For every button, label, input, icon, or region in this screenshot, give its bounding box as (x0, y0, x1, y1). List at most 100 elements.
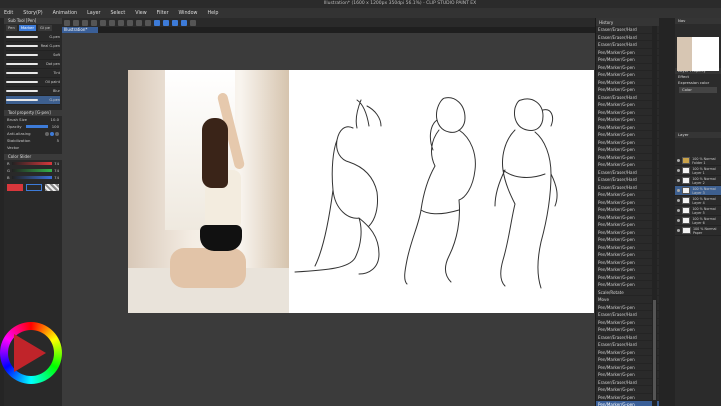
transform-icon[interactable] (118, 19, 124, 26)
r-bar[interactable] (11, 162, 53, 165)
layer-row[interactable]: 100 % Normal Paper (675, 226, 721, 236)
color-slider-g[interactable]: G 74 (4, 167, 62, 174)
history-item[interactable]: Pen/Marker/G-pen (596, 64, 659, 71)
history-item[interactable]: Pen/Marker/G-pen (596, 274, 659, 281)
snap-ruler-icon[interactable] (154, 19, 160, 26)
layer-row[interactable]: 100 % Normal Layer 6 (675, 216, 721, 226)
stabilization-value[interactable]: 5 (57, 138, 59, 143)
history-item[interactable]: Pen/Marker/G-pen (596, 221, 659, 229)
history-item[interactable]: Pen/Marker/G-pen (596, 356, 659, 364)
history-item[interactable]: Pen/Marker/G-pen (596, 371, 659, 379)
history-item[interactable]: Eraser/Eraser/Hard (596, 94, 659, 101)
anti-alias-options[interactable] (45, 131, 59, 136)
list-item[interactable]: G-pen (6, 33, 60, 42)
history-item[interactable]: Pen/Marker/G-pen (596, 139, 659, 146)
eye-icon[interactable] (677, 169, 681, 172)
expression-color-select[interactable]: Color (679, 87, 717, 93)
history-item[interactable]: Pen/Marker/G-pen (596, 79, 659, 86)
menu-story[interactable]: Story(P) (23, 11, 42, 16)
history-item[interactable]: Pen/Marker/G-pen (596, 131, 659, 139)
eye-icon[interactable] (677, 199, 681, 202)
history-item[interactable]: Pen/Marker/G-pen (596, 326, 659, 334)
history-item[interactable]: Pen/Marker/G-pen (596, 146, 659, 154)
layer-row[interactable]: 100 % Normal Layer 4 (675, 196, 721, 206)
history-item[interactable]: Pen/Marker/G-pen (596, 229, 659, 236)
layer-row[interactable]: 100 % Normal Folder 1 (675, 156, 721, 166)
history-item[interactable]: Eraser/Eraser/Hard (596, 184, 659, 191)
ruler-icon[interactable] (190, 19, 196, 26)
sub-color-swatch[interactable] (26, 184, 42, 191)
list-item[interactable]: Blur (6, 87, 60, 96)
history-item[interactable]: Eraser/Eraser/Hard (596, 334, 659, 341)
history-item[interactable]: Pen/Marker/G-pen (596, 401, 659, 406)
menu-window[interactable]: Window (179, 11, 198, 16)
b-bar[interactable] (11, 176, 53, 179)
history-item[interactable]: Pen/Marker/G-pen (596, 364, 659, 371)
brush-size-value[interactable]: 10.0 (51, 117, 59, 122)
color-slider-b[interactable]: B 74 (4, 174, 62, 181)
history-item[interactable]: Pen/Marker/G-pen (596, 116, 659, 124)
tab-marker[interactable]: Marker (18, 25, 37, 31)
save-icon[interactable] (82, 19, 88, 26)
history-item[interactable]: Pen/Marker/G-pen (596, 206, 659, 214)
menu-animation[interactable]: Animation (53, 11, 77, 16)
history-item[interactable]: Eraser/Eraser/Hard (596, 176, 659, 184)
open-icon[interactable] (73, 19, 79, 26)
list-item[interactable]: Oil paint (6, 78, 60, 87)
color-triangle[interactable] (14, 334, 46, 372)
history-item[interactable]: Pen/Marker/G-pen (596, 49, 659, 56)
clear-icon[interactable] (109, 19, 115, 26)
history-item[interactable]: Pen/Marker/G-pen (596, 251, 659, 259)
invert-icon[interactable] (145, 19, 151, 26)
history-item[interactable]: Pen/Marker/G-pen (596, 101, 659, 109)
snap-special-icon[interactable] (172, 19, 178, 26)
history-item[interactable]: Eraser/Eraser/Hard (596, 34, 659, 41)
history-item[interactable]: Eraser/Eraser/Hard (596, 169, 659, 176)
eye-icon[interactable] (677, 189, 681, 192)
history-item[interactable]: Pen/Marker/G-pen (596, 319, 659, 326)
list-item[interactable]: Soft (6, 51, 60, 60)
fill-icon[interactable] (127, 19, 133, 26)
history-item[interactable]: Pen/Marker/G-pen (596, 199, 659, 206)
list-item[interactable]: Real G-pen (6, 42, 60, 51)
history-item[interactable]: Pen/Marker/G-pen (596, 109, 659, 116)
menu-help[interactable]: Help (207, 11, 218, 16)
history-item[interactable]: Eraser/Eraser/Hard (596, 41, 659, 49)
history-scroll-thumb[interactable] (653, 300, 656, 400)
history-item[interactable]: Pen/Marker/G-pen (596, 349, 659, 356)
g-bar[interactable] (11, 169, 53, 172)
main-color-swatch[interactable] (7, 184, 23, 191)
undo-icon[interactable] (91, 19, 97, 26)
color-slider-r[interactable]: R 74 (4, 160, 62, 167)
menu-edit[interactable]: Edit (4, 11, 13, 16)
history-item[interactable]: Pen/Marker/G-pen (596, 56, 659, 64)
menu-view[interactable]: View (135, 11, 146, 16)
eye-icon[interactable] (677, 179, 681, 182)
history-item[interactable]: Pen/Marker/G-pen (596, 259, 659, 266)
eye-icon[interactable] (677, 209, 681, 212)
menu-layer[interactable]: Layer (87, 11, 100, 16)
list-item[interactable]: Dot pen (6, 60, 60, 69)
history-item[interactable]: Pen/Marker/G-pen (596, 266, 659, 274)
history-item[interactable]: Pen/Marker/G-pen (596, 86, 659, 94)
history-item[interactable]: Pen/Marker/G-pen (596, 214, 659, 221)
snap-grid-icon[interactable] (163, 19, 169, 26)
redo-icon[interactable] (100, 19, 106, 26)
history-item[interactable]: Pen/Marker/G-pen (596, 304, 659, 311)
eye-icon[interactable] (677, 219, 681, 222)
history-item[interactable]: Pen/Marker/G-pen (596, 281, 659, 289)
eye-icon[interactable] (677, 159, 681, 162)
layer-row[interactable]: 100 % Normal Layer 2 (675, 176, 721, 186)
history-item[interactable]: Pen/Marker/G-pen (596, 236, 659, 244)
history-item[interactable]: Pen/Marker/G-pen (596, 71, 659, 79)
history-item[interactable]: Pen/Marker/G-pen (596, 386, 659, 394)
snap-perspective-icon[interactable] (181, 19, 187, 26)
history-item[interactable]: Scale/Rotate (596, 289, 659, 296)
history-item[interactable]: Eraser/Eraser/Hard (596, 379, 659, 386)
layer-row[interactable]: 100 % Normal Layer 1 (675, 166, 721, 176)
history-item[interactable]: Eraser/Eraser/Hard (596, 341, 659, 349)
history-item[interactable]: Pen/Marker/G-pen (596, 394, 659, 401)
tab-pen[interactable]: Pen (6, 25, 17, 31)
history-item[interactable]: Pen/Marker/G-pen (596, 124, 659, 131)
transparent-swatch[interactable] (45, 184, 59, 191)
